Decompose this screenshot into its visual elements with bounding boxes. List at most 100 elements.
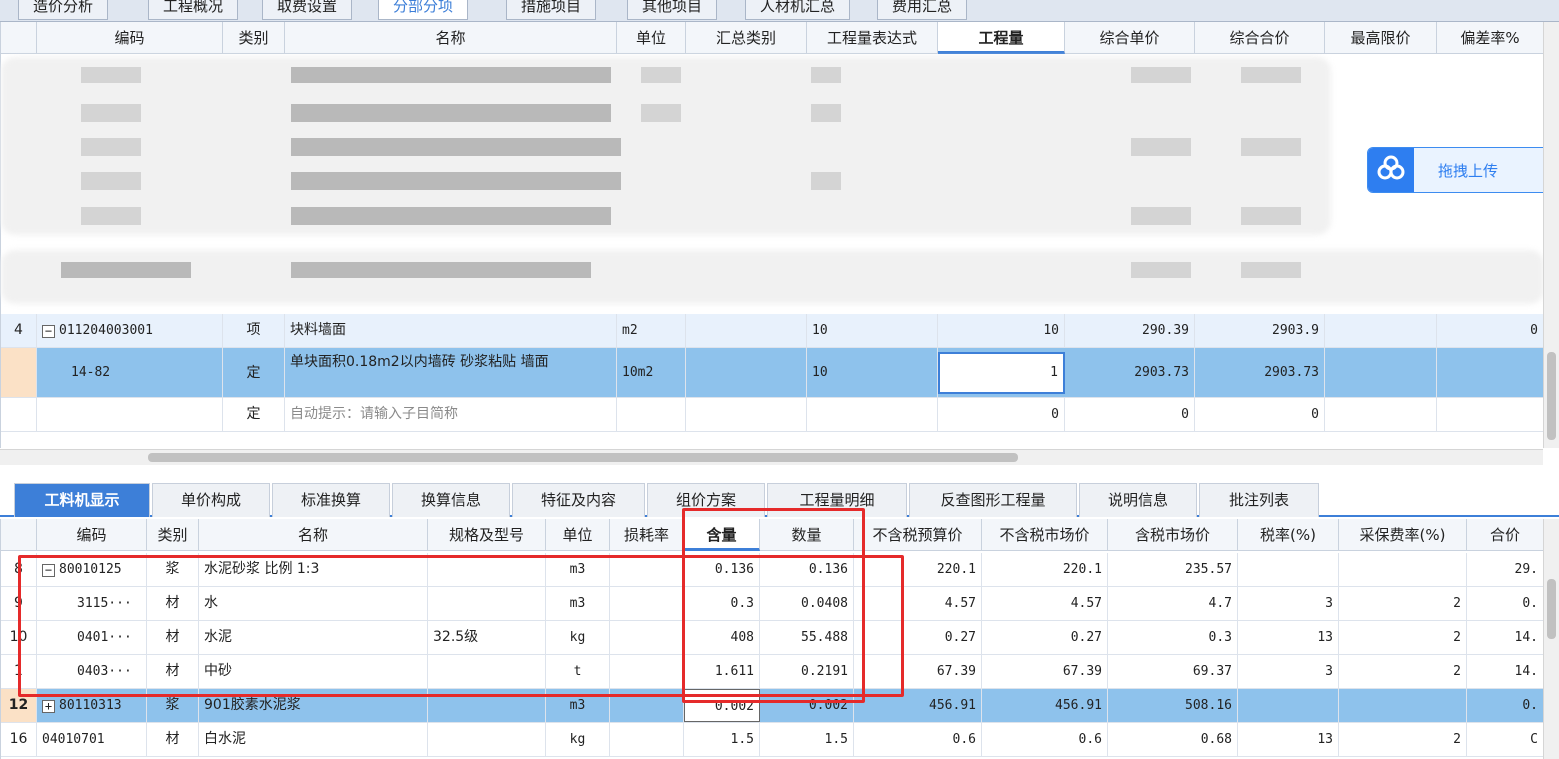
tab-pricing-scheme[interactable]: 组价方案 [647, 483, 765, 517]
column-header-budget-price[interactable]: 不含税预算价 [854, 519, 982, 551]
price-cell: 0. [1467, 587, 1544, 620]
material-row[interactable]: 9 3115··· 材水 m3 0.3 0.0408 4.57 4.57 4.7 3 2 0. [1, 587, 1544, 621]
column-header-unit[interactable]: 单位 [546, 519, 610, 551]
column-header-spec[interactable]: 规格及型号 [428, 519, 546, 551]
column-header-unit[interactable]: 单位 [617, 22, 686, 54]
column-header-total-price[interactable]: 综合合价 [1195, 22, 1325, 54]
name-cell[interactable]: 水 [199, 587, 428, 620]
tab-quantity-detail[interactable]: 工程量明细 [767, 483, 907, 517]
name-cell[interactable]: 白水泥 [199, 723, 428, 756]
tab-annotations[interactable]: 批注列表 [1199, 483, 1319, 517]
content-cell[interactable]: 0.136 [684, 553, 760, 586]
market-cell: 456.91 [982, 689, 1108, 722]
content-cell[interactable]: 0.002 [684, 689, 760, 722]
material-row[interactable]: 12 +80110313 浆 901胶素水泥浆 m3 0.002 0.002 456.91 45… [1, 689, 1544, 723]
row-number [1, 398, 37, 431]
expand-icon[interactable]: + [42, 700, 55, 713]
content-cell[interactable]: 1.611 [684, 655, 760, 688]
tab-conversion-info[interactable]: 换算信息 [392, 483, 510, 517]
column-header-tax-rate[interactable]: 税率(%) [1238, 519, 1339, 551]
name-cell[interactable]: 块料墙面 [285, 314, 617, 347]
upper-vertical-scrollbar[interactable] [1543, 22, 1559, 448]
name-hint-cell[interactable]: 自动提示：请输入子目简称 [285, 398, 617, 431]
spec-cell [428, 723, 546, 756]
tab-labor-material[interactable]: 人材机汇总 [745, 0, 851, 20]
name-cell[interactable]: 水泥砂浆 比例 1:3 [199, 553, 428, 586]
column-header-procurement-fee[interactable]: 采保费率(%) [1339, 519, 1467, 551]
content-cell[interactable]: 408 [684, 621, 760, 654]
column-header-name[interactable]: 名称 [285, 22, 617, 54]
column-header-code[interactable]: 编码 [37, 519, 147, 551]
scroll-thumb[interactable] [1547, 579, 1556, 639]
column-header-unit-price[interactable]: 综合单价 [1065, 22, 1195, 54]
material-row[interactable]: 8−80010125 浆水泥砂浆 比例 1:3 m3 0.136 0.136 220.1 2… [1, 553, 1544, 587]
column-header-type[interactable]: 类别 [223, 22, 285, 54]
column-header-deviation[interactable]: 偏差率% [1437, 22, 1544, 54]
tab-sub-items[interactable]: 分部分项 [378, 0, 469, 20]
quantity-cell[interactable]: 55.488 [760, 621, 854, 654]
tab-price-composition[interactable]: 单价构成 [152, 483, 270, 517]
tab-measures[interactable]: 措施项目 [506, 0, 597, 20]
scroll-thumb[interactable] [1547, 352, 1556, 440]
tab-reverse-lookup[interactable]: 反查图形工程量 [909, 483, 1077, 517]
column-header-type[interactable]: 类别 [147, 519, 199, 551]
price-cell: 0. [1467, 689, 1544, 722]
quantity-cell[interactable]: 1.5 [760, 723, 854, 756]
quantity-input[interactable]: 1 [938, 352, 1065, 394]
tab-other-items[interactable]: 其他项目 [627, 0, 718, 20]
column-header-amount[interactable]: 数量 [760, 519, 854, 551]
tab-fee-settings[interactable]: 取费设置 [262, 0, 353, 20]
tab-fee-summary[interactable]: 费用汇总 [877, 0, 968, 20]
material-row[interactable]: 16 04010701 材白水泥 kg 1.5 1.5 0.6 0.6 0.68 13 2 C [1, 723, 1544, 757]
column-header-content[interactable]: 含量 [684, 519, 760, 551]
column-header-market-price[interactable]: 不含税市场价 [982, 519, 1108, 551]
lower-vertical-scrollbar[interactable] [1543, 519, 1559, 759]
cloud-upload-widget[interactable]: 拖拽上传 [1367, 147, 1555, 193]
column-header-quantity-expression[interactable]: 工程量表达式 [807, 22, 938, 54]
name-cell[interactable]: 水泥 [199, 621, 428, 654]
tab-project-overview[interactable]: 工程概况 [148, 0, 239, 20]
quantity-cell[interactable]: 0.136 [760, 553, 854, 586]
quantity-cell[interactable]: 10 [938, 314, 1065, 347]
table-row[interactable]: 定 自动提示：请输入子目简称 0 0 0 [1, 398, 1544, 432]
collapse-icon[interactable]: − [42, 564, 55, 577]
quantity-cell[interactable]: 0.002 [760, 689, 854, 722]
quantity-cell[interactable]: 0 [938, 398, 1065, 431]
top-tab-bar: 造价分析 工程概况 取费设置 分部分项 措施项目 其他项目 人材机汇总 费用汇总 [0, 0, 1559, 22]
material-row[interactable]: 10 0401··· 材水泥 32.5级 kg 408 55.488 0.27 0.27 0.3 1… [1, 621, 1544, 655]
column-header-name[interactable]: 名称 [199, 519, 428, 551]
unit-cell: 10m2 [617, 348, 686, 397]
quantity-cell[interactable]: 0.2191 [760, 655, 854, 688]
type-cell: 项 [223, 314, 285, 347]
expression-cell[interactable] [807, 398, 938, 431]
column-header-code[interactable]: 编码 [37, 22, 223, 54]
table-row[interactable]: 4 −011204003001 项 块料墙面 m2 10 10 290.39 2… [1, 314, 1544, 348]
column-header-max-price[interactable]: 最高限价 [1325, 22, 1437, 54]
upper-horizontal-scrollbar[interactable] [0, 449, 1543, 465]
column-header-total[interactable]: 合价 [1467, 519, 1544, 551]
name-cell[interactable]: 单块面积0.18m2以内墙砖 砂浆粘贴 墙面 [285, 348, 617, 397]
column-header-summary-type[interactable]: 汇总类别 [686, 22, 807, 54]
code-cell[interactable] [37, 398, 223, 431]
content-cell[interactable]: 1.5 [684, 723, 760, 756]
material-row[interactable]: 1 0403··· 材中砂 t 1.611 0.2191 67.39 67.39 69.37 3 2… [1, 655, 1544, 689]
table-row-selected[interactable]: 14-82 定 单块面积0.18m2以内墙砖 砂浆粘贴 墙面 10m2 10 1… [1, 348, 1544, 398]
collapse-icon[interactable]: − [42, 325, 55, 338]
tab-standard-conversion[interactable]: 标准换算 [272, 483, 390, 517]
scroll-thumb[interactable] [148, 453, 1018, 462]
name-cell[interactable]: 中砂 [199, 655, 428, 688]
total-price-cell: 2903.9 [1195, 314, 1325, 347]
tab-cost-analysis[interactable]: 造价分析 [18, 0, 109, 20]
column-header-quantity[interactable]: 工程量 [938, 22, 1065, 54]
column-header-loss-rate[interactable]: 损耗率 [610, 519, 684, 551]
content-cell[interactable]: 0.3 [684, 587, 760, 620]
expression-cell[interactable]: 10 [807, 314, 938, 347]
tab-material-display[interactable]: 工料机显示 [14, 483, 150, 517]
name-cell[interactable]: 901胶素水泥浆 [199, 689, 428, 722]
expression-cell[interactable]: 10 [807, 348, 938, 397]
tab-features[interactable]: 特征及内容 [512, 483, 645, 517]
column-header-tax-market-price[interactable]: 含税市场价 [1108, 519, 1238, 551]
type-cell: 浆 [147, 553, 199, 586]
tab-description[interactable]: 说明信息 [1079, 483, 1197, 517]
quantity-cell[interactable]: 0.0408 [760, 587, 854, 620]
